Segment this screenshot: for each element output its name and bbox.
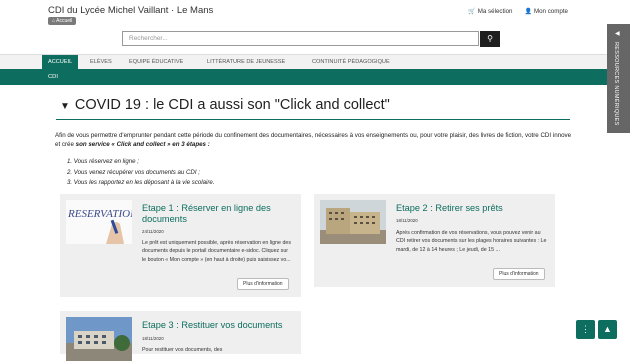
- user-icon: 👤: [524, 9, 532, 15]
- card-thumbnail[interactable]: RESERVATION: [66, 200, 132, 244]
- page-title[interactable]: ▼ COVID 19 : le CDI a aussi son "Click an…: [60, 97, 390, 113]
- subnav-item-cdi[interactable]: CDI: [48, 69, 58, 85]
- cart-icon: 🛒: [468, 9, 476, 15]
- intro-paragraph: Afin de vous permettre d'emprunter penda…: [55, 131, 575, 149]
- card-title[interactable]: Etape 2 : Retirer ses prêts: [396, 203, 548, 214]
- card-title[interactable]: Etape 3 : Restituer vos documents: [142, 320, 294, 331]
- breadcrumb-home-label: Accueil: [56, 18, 73, 24]
- news-card[interactable]: RESERVATION Etape 1 : Réserver en ligne …: [60, 194, 301, 297]
- selection-label: Ma sélection: [477, 8, 513, 15]
- thumb-word: RESERVATION: [67, 208, 132, 220]
- search-input[interactable]: Rechercher...: [122, 31, 479, 46]
- main-nav: ACCUEIL ELÈVES EQUIPE ÉDUCATIVE LITTÉRAT…: [0, 54, 630, 70]
- search-bar: Rechercher... ⚲: [122, 31, 500, 47]
- card-thumbnail[interactable]: [320, 200, 386, 244]
- card-date: 18/11/2020: [142, 336, 164, 341]
- nav-item-accueil[interactable]: ACCUEIL: [42, 55, 79, 70]
- breadcrumb-home[interactable]: ⌂ Accueil: [48, 17, 77, 25]
- top-links: 🛒 Ma sélection 👤 Mon compte: [468, 8, 568, 15]
- side-tab-label: RESSOURCES NUMÉRIQUES: [613, 42, 619, 126]
- more-info-button[interactable]: Plus d'information: [493, 268, 545, 280]
- caret-left-icon: ◀: [615, 31, 620, 37]
- card-excerpt: Après confirmation de vos réservations, …: [396, 230, 547, 253]
- card-thumbnail[interactable]: [66, 317, 132, 361]
- more-info-button[interactable]: Plus d'information: [237, 278, 289, 290]
- news-card[interactable]: Etape 2 : Retirer ses prêts 18/11/2020 A…: [314, 194, 555, 287]
- card-excerpt: Le prêt est uniquement possible, après r…: [142, 240, 291, 263]
- nav-item-continuite-pedagogique[interactable]: CONTINUITÉ PÉDAGOGIQUE: [306, 55, 396, 70]
- news-card[interactable]: Etape 3 : Restituer vos documents 18/11/…: [60, 311, 301, 361]
- step-text: Vous réservez en ligne ;: [73, 158, 139, 165]
- resources-side-tab[interactable]: ◀ RESSOURCES NUMÉRIQUES: [607, 24, 630, 133]
- step-item: 1. Vous réservez en ligne ;: [67, 158, 139, 165]
- nav-item-equipe-educative[interactable]: EQUIPE ÉDUCATIVE: [123, 55, 189, 70]
- card-date: 18/11/2020: [396, 218, 418, 223]
- arrow-up-icon: ▲: [603, 324, 612, 334]
- intro-bold: son service « Click and collect » en 3 é…: [75, 141, 210, 148]
- selection-link[interactable]: 🛒 Ma sélection: [468, 8, 512, 15]
- step-item: 3. Vous les rapportez en les déposant à …: [67, 179, 215, 186]
- account-link[interactable]: 👤 Mon compte: [524, 8, 568, 15]
- step-text: Vous venez récupérer vos documents au CD…: [73, 168, 200, 176]
- nav-item-litterature-jeunesse[interactable]: LITTÉRATURE DE JEUNESSE: [201, 55, 291, 70]
- back-to-top-button[interactable]: ▲: [598, 320, 617, 339]
- menu-button[interactable]: ⋮: [576, 320, 595, 339]
- caret-down-icon: ▼: [60, 101, 70, 112]
- sub-nav: CDI: [0, 69, 630, 85]
- step-text: Vous les rapportez en les déposant à la …: [73, 179, 215, 186]
- search-button[interactable]: ⚲: [480, 31, 500, 47]
- card-excerpt: Pour restituer vos documents, des: [142, 347, 223, 353]
- site-title[interactable]: CDI du Lycée Michel Vaillant · Le Mans: [48, 5, 213, 16]
- top-bar: CDI du Lycée Michel Vaillant · Le Mans ⌂…: [0, 0, 630, 54]
- card-date: 24/11/2020: [142, 229, 164, 234]
- nav-item-eleves[interactable]: ELÈVES: [84, 55, 118, 70]
- page-title-text: COVID 19 : le CDI a aussi son "Click and…: [74, 97, 390, 113]
- title-divider: [56, 119, 570, 120]
- steps-list: 1. Vous réservez en ligne ; 2. Vous vene…: [67, 157, 214, 189]
- search-icon: ⚲: [487, 34, 493, 43]
- card-title[interactable]: Etape 1 : Réserver en ligne des document…: [142, 203, 294, 225]
- menu-icon: ⋮: [581, 324, 590, 334]
- step-item: 2. Vous venez récupérer vos documents au…: [67, 168, 200, 176]
- account-label: Mon compte: [533, 8, 568, 15]
